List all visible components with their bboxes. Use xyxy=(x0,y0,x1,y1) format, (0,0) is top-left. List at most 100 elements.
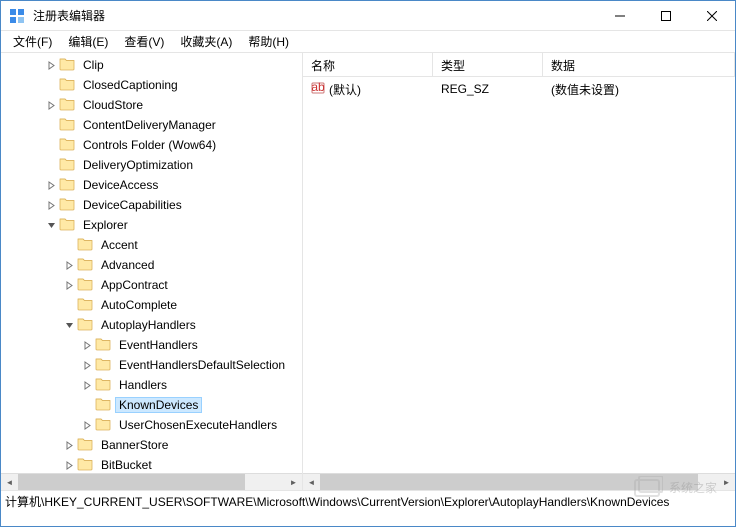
tree-item[interactable]: ContentDeliveryManager xyxy=(1,115,302,135)
tree-item-label: UserChosenExecuteHandlers xyxy=(115,417,281,433)
folder-icon xyxy=(59,157,79,174)
value-name-cell: ab (默认) xyxy=(303,80,433,99)
tree-item[interactable]: CloudStore xyxy=(1,95,302,115)
folder-icon xyxy=(95,397,115,414)
chevron-right-icon[interactable] xyxy=(61,437,77,453)
chevron-down-icon[interactable] xyxy=(61,317,77,333)
workspace: Clip ClosedCaptioning CloudStore ContentDel… xyxy=(1,53,735,490)
scroll-thumb[interactable] xyxy=(18,474,245,490)
scroll-right-icon[interactable]: ► xyxy=(718,474,735,490)
folder-icon xyxy=(59,177,79,194)
folder-icon xyxy=(95,357,115,374)
tree-item[interactable]: DeviceCapabilities xyxy=(1,195,302,215)
tree-item-label: ClosedCaptioning xyxy=(79,77,182,93)
folder-icon xyxy=(77,437,97,454)
tree-item-label: CloudStore xyxy=(79,97,147,113)
tree-item[interactable]: AutoplayHandlers xyxy=(1,315,302,335)
folder-icon xyxy=(95,417,115,434)
close-button[interactable] xyxy=(689,1,735,30)
tree-item[interactable]: ClosedCaptioning xyxy=(1,75,302,95)
tree-item[interactable]: Advanced xyxy=(1,255,302,275)
chevron-right-icon[interactable] xyxy=(43,177,59,193)
tree-item[interactable]: UserChosenExecuteHandlers xyxy=(1,415,302,435)
tree-item-label: DeviceCapabilities xyxy=(79,197,186,213)
chevron-right-icon[interactable] xyxy=(79,417,95,433)
menu-file[interactable]: 文件(F) xyxy=(5,31,60,52)
column-type[interactable]: 类型 xyxy=(433,53,543,76)
tree-pane: Clip ClosedCaptioning CloudStore ContentDel… xyxy=(1,53,303,490)
folder-icon xyxy=(77,457,97,474)
value-data-cell: (数值未设置) xyxy=(543,80,735,99)
chevron-right-icon[interactable] xyxy=(43,197,59,213)
chevron-right-icon[interactable] xyxy=(79,337,95,353)
folder-icon xyxy=(59,117,79,134)
scroll-track[interactable] xyxy=(320,474,718,490)
chevron-right-icon[interactable] xyxy=(43,57,59,73)
tree-hscrollbar[interactable]: ◄ ► xyxy=(1,473,302,490)
chevron-right-icon[interactable] xyxy=(79,377,95,393)
folder-icon xyxy=(77,237,97,254)
maximize-button[interactable] xyxy=(643,1,689,30)
tree-item[interactable]: BannerStore xyxy=(1,435,302,455)
tree-item-label: Explorer xyxy=(79,217,132,233)
svg-text:ab: ab xyxy=(311,81,325,94)
value-row[interactable]: ab (默认) REG_SZ(数值未设置) xyxy=(303,79,735,99)
tree-item-label: Handlers xyxy=(115,377,171,393)
scroll-right-icon[interactable]: ► xyxy=(285,474,302,490)
folder-icon xyxy=(77,277,97,294)
tree-item[interactable]: BitBucket xyxy=(1,455,302,475)
scroll-left-icon[interactable]: ◄ xyxy=(1,474,18,490)
tree-item[interactable]: AppContract xyxy=(1,275,302,295)
scroll-left-icon[interactable]: ◄ xyxy=(303,474,320,490)
folder-icon xyxy=(59,97,79,114)
scroll-track[interactable] xyxy=(18,474,285,490)
tree-item[interactable]: Handlers xyxy=(1,375,302,395)
value-type-cell: REG_SZ xyxy=(433,81,543,97)
tree-item[interactable]: EventHandlersDefaultSelection xyxy=(1,355,302,375)
tree-item[interactable]: Accent xyxy=(1,235,302,255)
list-hscrollbar[interactable]: ◄ ► xyxy=(303,473,735,490)
chevron-right-icon[interactable] xyxy=(61,457,77,473)
value-list[interactable]: ab (默认) REG_SZ(数值未设置) xyxy=(303,77,735,101)
menu-edit[interactable]: 编辑(E) xyxy=(60,31,116,52)
folder-icon xyxy=(59,197,79,214)
value-name: (默认) xyxy=(329,81,361,98)
folder-icon xyxy=(59,217,79,234)
folder-icon xyxy=(77,257,97,274)
chevron-right-icon[interactable] xyxy=(79,357,95,373)
tree-item-label: AutoplayHandlers xyxy=(97,317,200,333)
tree-item[interactable]: Clip xyxy=(1,55,302,75)
chevron-down-icon[interactable] xyxy=(43,217,59,233)
tree-item[interactable]: KnownDevices xyxy=(1,395,302,415)
chevron-right-icon[interactable] xyxy=(43,97,59,113)
folder-icon xyxy=(95,377,115,394)
chevron-right-icon[interactable] xyxy=(61,257,77,273)
menu-view[interactable]: 查看(V) xyxy=(116,31,172,52)
chevron-right-icon[interactable] xyxy=(61,277,77,293)
menu-favorites[interactable]: 收藏夹(A) xyxy=(172,31,240,52)
tree-item-label: Advanced xyxy=(97,257,158,273)
scroll-thumb[interactable] xyxy=(320,474,698,490)
tree-item[interactable]: DeviceAccess xyxy=(1,175,302,195)
tree-item-label: BitBucket xyxy=(97,457,156,473)
titlebar: 注册表编辑器 xyxy=(1,1,735,31)
tree-item[interactable]: DeliveryOptimization xyxy=(1,155,302,175)
registry-tree[interactable]: Clip ClosedCaptioning CloudStore ContentDel… xyxy=(1,53,302,490)
minimize-button[interactable] xyxy=(597,1,643,30)
folder-icon xyxy=(59,137,79,154)
menu-help[interactable]: 帮助(H) xyxy=(240,31,297,52)
tree-item-label: Clip xyxy=(79,57,108,73)
column-name[interactable]: 名称 xyxy=(303,53,433,76)
column-data[interactable]: 数据 xyxy=(543,53,735,76)
folder-icon xyxy=(95,337,115,354)
tree-item[interactable]: Explorer xyxy=(1,215,302,235)
folder-icon xyxy=(59,77,79,94)
window-controls xyxy=(597,1,735,30)
string-value-icon: ab xyxy=(311,81,325,98)
folder-icon xyxy=(77,297,97,314)
tree-item[interactable]: Controls Folder (Wow64) xyxy=(1,135,302,155)
tree-item[interactable]: EventHandlers xyxy=(1,335,302,355)
tree-item[interactable]: AutoComplete xyxy=(1,295,302,315)
list-pane: 名称 类型 数据 ab (默认) REG_SZ(数值未设置) ◄ ► xyxy=(303,53,735,490)
tree-item-label: EventHandlersDefaultSelection xyxy=(115,357,289,373)
